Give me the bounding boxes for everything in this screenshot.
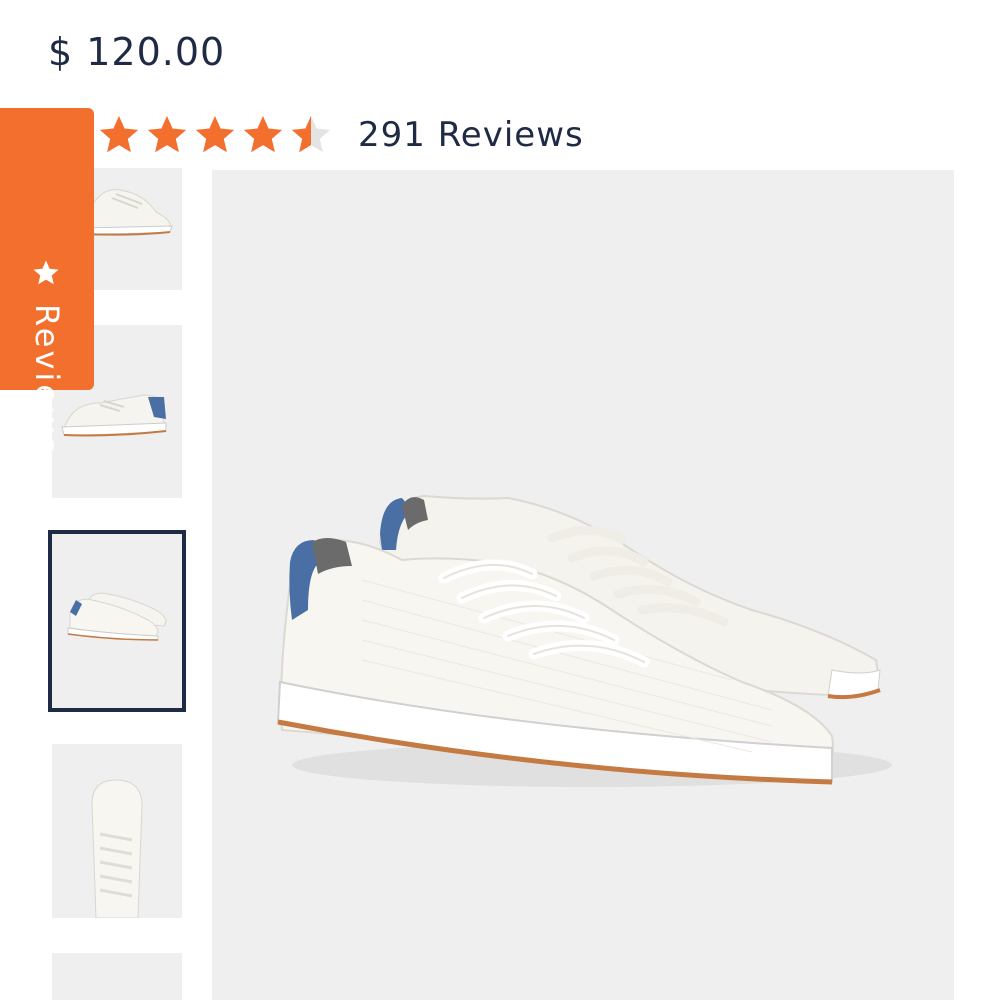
rating-summary[interactable]: 291 Reviews [96,112,584,158]
thumbnail-top-view[interactable] [52,744,182,918]
main-product-image [212,170,954,1000]
product-page: $ 120.00 291 Reviews Reviews [0,0,1000,1000]
shoe-top-image [91,779,143,918]
product-price: $ 120.00 [48,30,226,74]
star-icon [33,260,59,285]
star-rating [96,112,336,158]
half-star-icon [288,112,334,158]
star-icon [96,112,142,158]
thumbnail-extra-view[interactable] [52,953,182,1000]
star-icon [144,112,190,158]
reviews-count-link[interactable]: 291 Reviews [358,115,584,155]
thumbnail-pair-view[interactable] [48,530,186,712]
shoe-pair-image [52,534,182,708]
reviews-tab-label: Reviews [28,304,66,456]
sneakers-pair-image [276,494,892,787]
star-icon [240,112,286,158]
reviews-side-tab[interactable]: Reviews [0,108,94,456]
star-icon [192,112,238,158]
